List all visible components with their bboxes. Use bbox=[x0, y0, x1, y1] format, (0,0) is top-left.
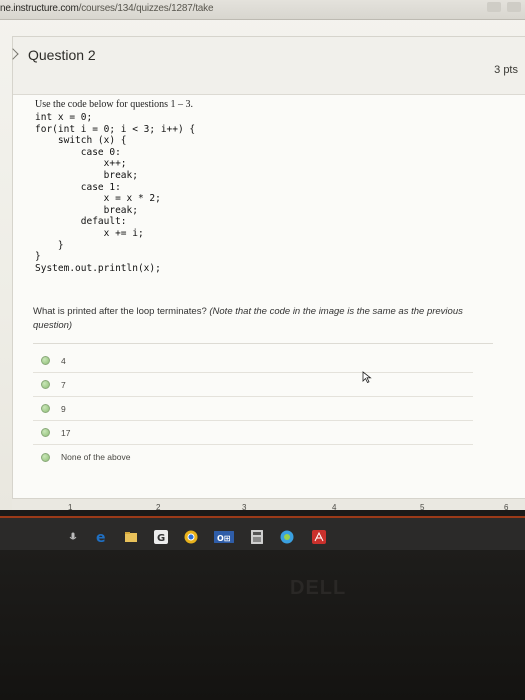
radio-button[interactable] bbox=[41, 428, 50, 437]
page-strip: 1 2 3 4 5 6 bbox=[12, 498, 525, 510]
option-label[interactable]: 17 bbox=[61, 428, 70, 438]
svg-text:O⊞: O⊞ bbox=[217, 534, 231, 543]
screen: ne.instructure.com/courses/134/quizzes/1… bbox=[0, 0, 525, 510]
code-image: Use the code below for questions 1 – 3. … bbox=[35, 99, 235, 319]
answer-option[interactable]: None of the above bbox=[33, 445, 473, 469]
question-prompt: What is printed after the loop terminate… bbox=[33, 305, 503, 333]
chevron-right-icon[interactable] bbox=[7, 48, 19, 60]
code-intro: Use the code below for questions 1 – 3. bbox=[35, 99, 194, 110]
code-line: case 1: bbox=[35, 181, 121, 193]
file-explorer-icon[interactable] bbox=[124, 530, 138, 544]
chrome-icon[interactable] bbox=[184, 530, 198, 544]
office-icon[interactable]: O⊞ bbox=[214, 530, 234, 544]
code-line: x++; bbox=[35, 158, 127, 170]
question-title: Question 2 bbox=[28, 47, 96, 63]
code-line: System.out.println(x); bbox=[35, 262, 161, 274]
code-line: switch (x) { bbox=[35, 135, 127, 147]
dell-logo: DELL bbox=[290, 577, 347, 599]
page-number: 1 bbox=[68, 503, 73, 510]
browser-address-bar[interactable]: ne.instructure.com/courses/134/quizzes/1… bbox=[0, 0, 525, 20]
answer-option[interactable]: 9 bbox=[33, 397, 473, 421]
code-line: case 0: bbox=[35, 146, 121, 158]
code-line: x += i; bbox=[35, 227, 144, 239]
option-label[interactable]: 9 bbox=[61, 404, 66, 414]
divider bbox=[33, 343, 493, 344]
taskbar: e G O⊞ bbox=[0, 518, 525, 550]
question-points: 3 pts bbox=[494, 64, 518, 76]
answer-option[interactable]: 17 bbox=[33, 421, 473, 445]
answer-options: 4 7 9 17 None of the above bbox=[33, 349, 503, 469]
svg-text:G: G bbox=[157, 533, 165, 544]
window-control-icon[interactable] bbox=[507, 2, 521, 12]
option-label[interactable]: 4 bbox=[61, 356, 66, 366]
page-number: 4 bbox=[332, 503, 337, 510]
page-number: 2 bbox=[156, 503, 161, 510]
google-docs-icon[interactable]: G bbox=[154, 530, 168, 544]
internet-explorer-icon[interactable]: e bbox=[94, 530, 108, 544]
chrome-app-icon[interactable] bbox=[280, 530, 294, 544]
code-line: break; bbox=[35, 204, 138, 216]
answer-option[interactable]: 4 bbox=[33, 349, 473, 373]
acrobat-icon[interactable] bbox=[312, 530, 326, 544]
option-label[interactable]: 7 bbox=[61, 380, 66, 390]
question-header: Question 2 3 pts bbox=[7, 37, 525, 95]
code-line: } bbox=[35, 251, 41, 263]
code-line: for(int i = 0; i < 3; i++) { bbox=[35, 123, 196, 135]
question-card: Question 2 3 pts Use the code below for … bbox=[7, 36, 525, 510]
prompt-text: What is printed after the loop terminate… bbox=[33, 306, 207, 317]
code-line: break; bbox=[35, 169, 138, 181]
mouse-cursor-icon bbox=[362, 371, 372, 383]
answer-option[interactable]: 7 bbox=[33, 373, 473, 397]
svg-text:e: e bbox=[96, 530, 106, 544]
page-number: 3 bbox=[242, 503, 247, 510]
page-number: 5 bbox=[420, 503, 425, 510]
radio-button[interactable] bbox=[41, 452, 50, 462]
radio-button[interactable] bbox=[41, 404, 50, 413]
radio-button[interactable] bbox=[41, 380, 50, 389]
monitor-bezel bbox=[0, 550, 525, 700]
radio-button[interactable] bbox=[41, 356, 50, 365]
window-control-icon[interactable] bbox=[487, 2, 501, 12]
calculator-icon[interactable] bbox=[250, 530, 264, 544]
page-number: 6 bbox=[504, 503, 509, 510]
window-controls bbox=[487, 2, 521, 12]
code-line: int x = 0; bbox=[35, 112, 93, 123]
code-line: x = x * 2; bbox=[35, 193, 161, 205]
microphone-icon[interactable] bbox=[68, 532, 78, 542]
code-block: int x = 0; for(int i = 0; i < 3; i++) { … bbox=[35, 112, 235, 274]
url-text[interactable]: ne.instructure.com/courses/134/quizzes/1… bbox=[0, 3, 214, 14]
code-line: } bbox=[35, 239, 64, 251]
code-line: default: bbox=[35, 216, 127, 228]
option-label[interactable]: None of the above bbox=[61, 452, 130, 462]
